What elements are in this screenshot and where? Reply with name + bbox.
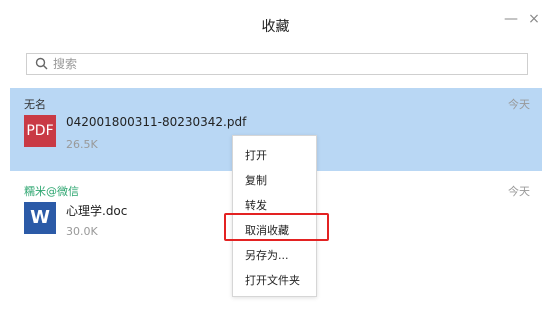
file-name: 心理学.doc bbox=[66, 204, 128, 218]
menu-forward[interactable]: 转发 bbox=[233, 194, 316, 218]
title-bar: 收藏 — × bbox=[0, 0, 551, 48]
file-size: 30.0K bbox=[66, 225, 98, 238]
search-input[interactable] bbox=[53, 54, 513, 74]
source-label: 糯米@微信 bbox=[24, 185, 79, 198]
menu-open[interactable]: 打开 bbox=[233, 144, 316, 168]
context-menu: 打开 复制 转发 取消收藏 另存为... 打开文件夹 bbox=[232, 135, 317, 297]
close-icon: × bbox=[528, 11, 540, 27]
search-icon bbox=[35, 57, 48, 70]
search-box[interactable] bbox=[26, 53, 528, 75]
window-title: 收藏 bbox=[261, 19, 290, 35]
menu-save-as[interactable]: 另存为... bbox=[233, 244, 316, 268]
file-name: 042001800311-80230342.pdf bbox=[66, 115, 247, 129]
close-button[interactable]: × bbox=[525, 10, 543, 28]
minimize-button[interactable]: — bbox=[502, 10, 520, 28]
minimize-icon: — bbox=[504, 11, 518, 27]
menu-unfavorite[interactable]: 取消收藏 bbox=[233, 219, 316, 243]
source-label: 无名 bbox=[24, 98, 46, 111]
file-size: 26.5K bbox=[66, 138, 98, 151]
menu-copy[interactable]: 复制 bbox=[233, 169, 316, 193]
pdf-file-icon: PDF bbox=[24, 115, 56, 147]
date-label: 今天 bbox=[508, 98, 530, 111]
menu-open-folder[interactable]: 打开文件夹 bbox=[233, 269, 316, 293]
date-label: 今天 bbox=[508, 185, 530, 198]
word-file-icon: W bbox=[24, 202, 56, 234]
